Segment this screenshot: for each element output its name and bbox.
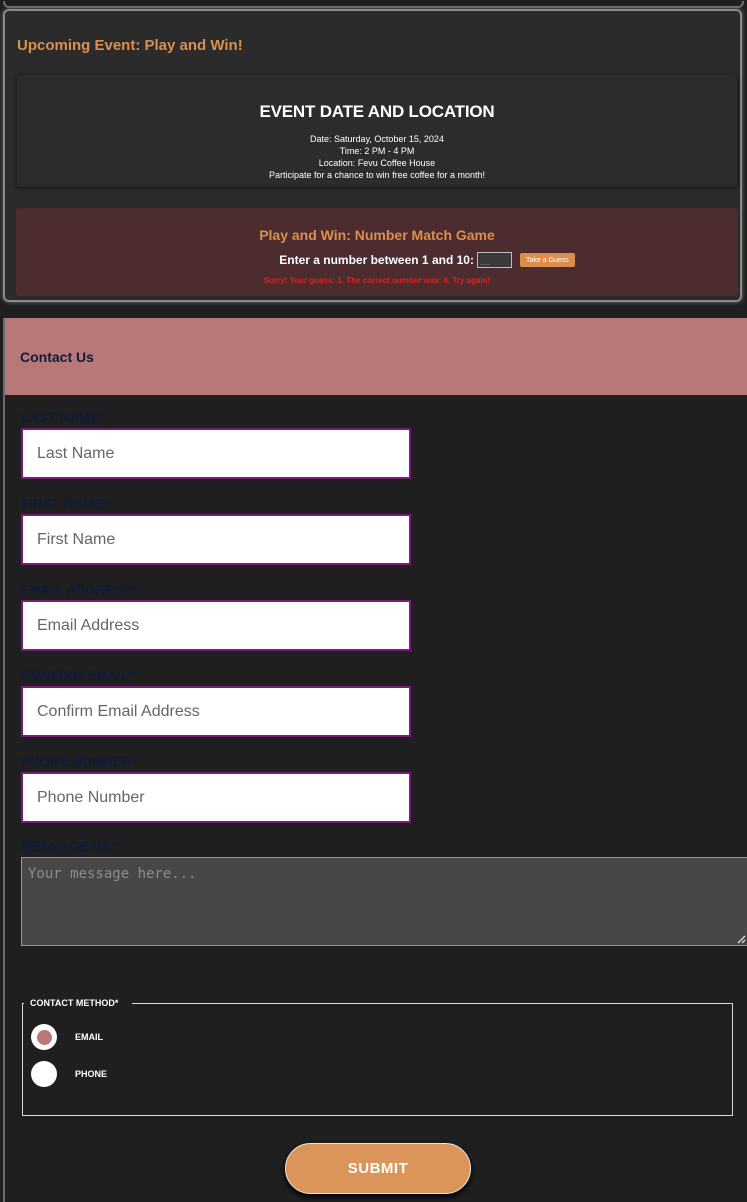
radio-email-label: EMAIL <box>75 1032 103 1042</box>
previous-card-edge <box>0 0 747 8</box>
contact-header: Contact Us <box>5 318 747 395</box>
event-card: Upcoming Event: Play and Win! EVENT DATE… <box>3 9 742 302</box>
radio-option-email[interactable]: EMAIL <box>31 1024 103 1050</box>
game-title: Play and Win: Number Match Game <box>259 227 495 243</box>
radio-option-phone[interactable]: PHONE <box>31 1061 107 1087</box>
event-location: Location: Fevu Coffee House <box>318 158 436 168</box>
first-name-label: FIRST NAME* <box>21 496 109 511</box>
event-date: Date: Saturday, October 15, 2024 <box>310 134 444 144</box>
first-name-field[interactable] <box>21 514 411 565</box>
contact-section: Contact Us LAST NAME* FIRST NAME* EMAIL … <box>3 318 747 1202</box>
message-textarea[interactable] <box>21 857 747 946</box>
email-label: EMAIL ADDRESS* <box>21 582 138 597</box>
contact-method-legend: CONTACT METHOD* <box>30 998 119 1008</box>
event-heading: Upcoming Event: Play and Win! <box>17 37 243 54</box>
resize-grip-icon[interactable] <box>736 934 746 944</box>
confirm-email-label: CONFIRM EMAIL* <box>21 668 135 683</box>
take-guess-button[interactable]: Take a Guess <box>519 253 575 267</box>
radio-phone-icon[interactable] <box>31 1061 57 1087</box>
contact-title: Contact Us <box>20 349 94 365</box>
event-description: Participate for a chance to win free cof… <box>269 170 485 180</box>
email-field[interactable] <box>21 600 411 651</box>
submit-button[interactable]: SUBMIT <box>285 1143 471 1194</box>
last-name-label: LAST NAME* <box>21 410 105 425</box>
contact-method-group: CONTACT METHOD* EMAIL PHONE <box>22 998 733 1116</box>
guess-input[interactable] <box>476 252 512 268</box>
radio-email-icon[interactable] <box>31 1024 57 1050</box>
number-game-panel: Play and Win: Number Match Game Enter a … <box>16 208 738 296</box>
game-result-message: Sorry! Your guess: 1. The correct number… <box>263 276 491 285</box>
game-input-row: Enter a number between 1 and 10: Take a … <box>16 250 738 270</box>
event-info-panel: EVENT DATE AND LOCATION Date: Saturday, … <box>16 74 738 187</box>
event-details: Date: Saturday, October 15, 2024 Time: 2… <box>17 133 737 181</box>
event-info-title: EVENT DATE AND LOCATION <box>259 102 495 121</box>
radio-phone-label: PHONE <box>75 1069 108 1079</box>
game-prompt: Enter a number between 1 and 10: <box>279 253 474 267</box>
confirm-email-field[interactable] <box>21 686 411 737</box>
phone-field[interactable] <box>21 772 411 823</box>
radio-selected-dot <box>36 1029 52 1045</box>
message-label: MESSAGE US* <box>21 839 117 854</box>
last-name-field[interactable] <box>21 428 411 479</box>
phone-label: PHONE NUMBER* <box>21 754 137 769</box>
event-time: Time: 2 PM - 4 PM <box>339 146 415 156</box>
